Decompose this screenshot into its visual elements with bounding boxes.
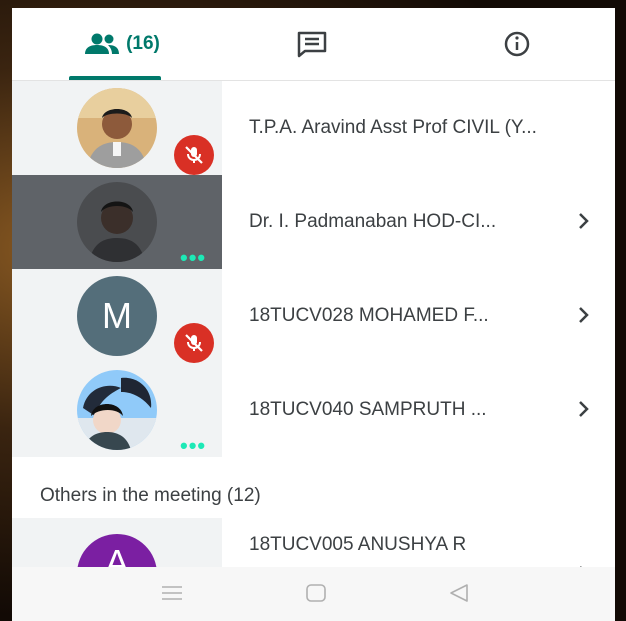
participant-name: 18TUCV005 ANUSHYA R <box>249 534 467 555</box>
avatar-cell: M <box>12 269 222 363</box>
tab-info[interactable] <box>482 8 552 80</box>
tab-chat[interactable] <box>277 8 347 80</box>
list-item[interactable]: ••• Dr. I. Padmanaban HOD-CI... <box>12 175 615 270</box>
chevron-right-icon <box>579 307 589 323</box>
avatar <box>77 182 157 262</box>
list-item[interactable]: ••• 18TUCV040 SAMPRUTH ... <box>12 363 615 458</box>
avatar <box>77 370 157 450</box>
mic-off-icon <box>174 323 214 363</box>
participant-list: T.P.A. Aravind Asst Prof CIVIL (Y... •••… <box>12 81 615 458</box>
chevron-right-icon <box>579 401 589 417</box>
avatar-cell <box>12 81 222 175</box>
mic-off-icon <box>174 135 214 175</box>
active-tab-indicator <box>69 76 161 80</box>
chevron-right-icon <box>579 213 589 229</box>
avatar <box>77 88 157 168</box>
back-icon[interactable] <box>447 583 471 603</box>
avatar-cell: ••• <box>12 175 222 270</box>
people-count: (16) <box>126 33 160 54</box>
info-icon <box>504 31 530 57</box>
section-header: Others in the meeting (12) <box>12 477 615 519</box>
system-nav-bar <box>12 567 615 621</box>
avatar-cell: ••• <box>12 363 222 458</box>
more-options-icon: ••• <box>180 433 207 458</box>
more-options-icon: ••• <box>180 245 207 270</box>
section-label: Others in the meeting (12) <box>40 485 261 506</box>
chat-icon <box>297 31 327 58</box>
participant-name: Dr. I. Padmanaban HOD-CI... <box>249 211 497 232</box>
home-icon[interactable] <box>304 583 328 603</box>
tab-people[interactable]: (16) <box>62 8 182 80</box>
tab-bar: (16) <box>12 8 615 81</box>
avatar: M <box>77 276 157 356</box>
participant-name: T.P.A. Aravind Asst Prof CIVIL (Y... <box>249 117 537 138</box>
list-item[interactable]: M 18TUCV028 MOHAMED F... <box>12 269 615 363</box>
list-item[interactable]: T.P.A. Aravind Asst Prof CIVIL (Y... <box>12 81 615 175</box>
meeting-panel: (16) T.P.A. Aravind Asst Prof CIVIL (Y..… <box>12 8 615 621</box>
participant-name: 18TUCV040 SAMPRUTH ... <box>249 399 487 420</box>
participant-name: 18TUCV028 MOHAMED F... <box>249 305 489 326</box>
menu-icon[interactable] <box>160 583 184 603</box>
people-icon <box>85 33 120 54</box>
